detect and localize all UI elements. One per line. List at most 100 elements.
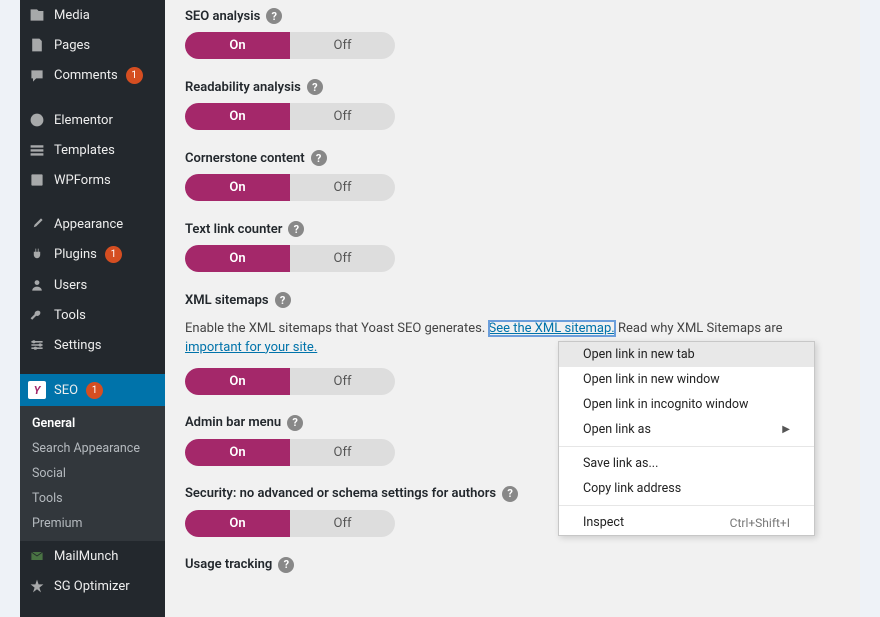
help-icon[interactable]: ? [266, 8, 282, 24]
toggle-on[interactable]: On [185, 103, 290, 130]
sidebar-item-wpforms[interactable]: WPForms [20, 165, 165, 195]
ctx-save-link[interactable]: Save link as... [559, 451, 814, 476]
help-icon[interactable]: ? [311, 150, 327, 166]
help-icon[interactable]: ? [287, 415, 303, 431]
submenu-tools[interactable]: Tools [20, 486, 165, 511]
context-menu: Open link in new tab Open link in new wi… [558, 341, 815, 536]
ctx-open-new-window[interactable]: Open link in new window [559, 367, 814, 392]
toggle-off[interactable]: Off [290, 245, 395, 272]
toggle-off[interactable]: Off [290, 103, 395, 130]
wpforms-icon [28, 172, 46, 188]
toggle-adminbar[interactable]: OnOff [185, 439, 395, 466]
sidebar-label: Media [54, 8, 90, 23]
yoast-icon: Y [28, 381, 46, 399]
help-icon[interactable]: ? [307, 79, 323, 95]
comments-icon [28, 68, 46, 84]
sidebar-item-templates[interactable]: Templates [20, 135, 165, 165]
toggle-off[interactable]: Off [290, 510, 395, 537]
setting-textlink: Text link counter? OnOff [185, 221, 840, 272]
separator [559, 446, 814, 447]
wrench-icon [28, 307, 46, 323]
sidebar-label: MailMunch [54, 549, 118, 564]
setting-readability: Readability analysis? OnOff [185, 79, 840, 130]
help-icon[interactable]: ? [502, 486, 518, 502]
templates-icon [28, 142, 46, 158]
sidebar-item-elementor[interactable]: Elementor [20, 105, 165, 135]
sidebar-label: SG Optimizer [54, 579, 130, 594]
seo-submenu: General Search Appearance Social Tools P… [20, 406, 165, 541]
users-icon [28, 277, 46, 293]
toggle-on[interactable]: On [185, 368, 290, 395]
sidebar-item-plugins[interactable]: Plugins 1 [20, 239, 165, 270]
submenu-general[interactable]: General [20, 411, 165, 436]
sidebar-label: WPForms [54, 173, 111, 188]
toggle-off[interactable]: Off [290, 32, 395, 59]
toggle-off[interactable]: Off [290, 368, 395, 395]
sliders-icon [28, 337, 46, 353]
label: Cornerstone content [185, 151, 305, 166]
toggle-on[interactable]: On [185, 510, 290, 537]
see-sitemap-link[interactable]: See the XML sitemap. [489, 321, 615, 336]
sidebar-label: Comments [54, 68, 118, 83]
elementor-icon [28, 112, 46, 128]
toggle-on[interactable]: On [185, 174, 290, 201]
toggle-cornerstone[interactable]: OnOff [185, 174, 395, 201]
toggle-on[interactable]: On [185, 439, 290, 466]
help-icon[interactable]: ? [275, 292, 291, 308]
sidebar-item-appearance[interactable]: Appearance [20, 209, 165, 239]
toggle-seo-analysis[interactable]: OnOff [185, 32, 395, 59]
sidebar-item-settings[interactable]: Settings [20, 330, 165, 360]
sidebar-item-pages[interactable]: Pages [20, 30, 165, 60]
setting-seo-analysis: SEO analysis? OnOff [185, 8, 840, 59]
ctx-open-new-tab[interactable]: Open link in new tab [559, 342, 814, 367]
label: Security: no advanced or schema settings… [185, 486, 496, 501]
toggle-textlink[interactable]: OnOff [185, 245, 395, 272]
plugin-icon [28, 247, 46, 263]
toggle-off[interactable]: Off [290, 174, 395, 201]
toggle-on[interactable]: On [185, 245, 290, 272]
separator [559, 505, 814, 506]
setting-cornerstone: Cornerstone content? OnOff [185, 150, 840, 201]
sidebar-item-mailmunch[interactable]: MailMunch [20, 541, 165, 571]
sidebar-label: SEO [54, 383, 78, 398]
comments-badge: 1 [126, 67, 143, 84]
important-link[interactable]: important for your site. [185, 340, 317, 355]
plugins-badge: 1 [105, 246, 122, 263]
help-icon[interactable]: ? [278, 557, 294, 573]
toggle-xml-sitemaps[interactable]: OnOff [185, 368, 395, 395]
sidebar-item-users[interactable]: Users [20, 270, 165, 300]
pages-icon [28, 37, 46, 53]
sg-icon [28, 578, 46, 594]
label: XML sitemaps [185, 293, 269, 308]
ctx-inspect[interactable]: InspectCtrl+Shift+I [559, 510, 814, 535]
submenu-social[interactable]: Social [20, 461, 165, 486]
toggle-security[interactable]: OnOff [185, 510, 395, 537]
setting-usage-tracking: Usage tracking? [185, 557, 840, 581]
ctx-open-incognito[interactable]: Open link in incognito window [559, 392, 814, 417]
sidebar-item-media[interactable]: Media [20, 0, 165, 30]
sidebar-label: Tools [54, 308, 86, 323]
sidebar-item-seo[interactable]: Y SEO 1 [20, 374, 165, 406]
sidebar-label: Appearance [54, 217, 123, 232]
sidebar-label: Users [54, 278, 87, 293]
sidebar-label: Pages [54, 38, 90, 53]
label: SEO analysis [185, 9, 260, 24]
toggle-off[interactable]: Off [290, 439, 395, 466]
sidebar-item-tools[interactable]: Tools [20, 300, 165, 330]
sidebar-label: Plugins [54, 247, 97, 262]
ctx-open-link-as[interactable]: Open link as▶ [559, 417, 814, 442]
submenu-search-appearance[interactable]: Search Appearance [20, 436, 165, 461]
sidebar-label: Elementor [54, 113, 113, 128]
label: Readability analysis [185, 80, 301, 95]
ctx-copy-link[interactable]: Copy link address [559, 476, 814, 501]
seo-badge: 1 [86, 382, 103, 399]
submenu-premium[interactable]: Premium [20, 511, 165, 536]
sidebar-item-sg-optimizer[interactable]: SG Optimizer [20, 571, 165, 601]
label: Admin bar menu [185, 415, 281, 430]
label: Usage tracking [185, 557, 272, 572]
mailmunch-icon [28, 548, 46, 564]
toggle-readability[interactable]: OnOff [185, 103, 395, 130]
toggle-on[interactable]: On [185, 32, 290, 59]
sidebar-item-comments[interactable]: Comments 1 [20, 60, 165, 91]
help-icon[interactable]: ? [288, 221, 304, 237]
